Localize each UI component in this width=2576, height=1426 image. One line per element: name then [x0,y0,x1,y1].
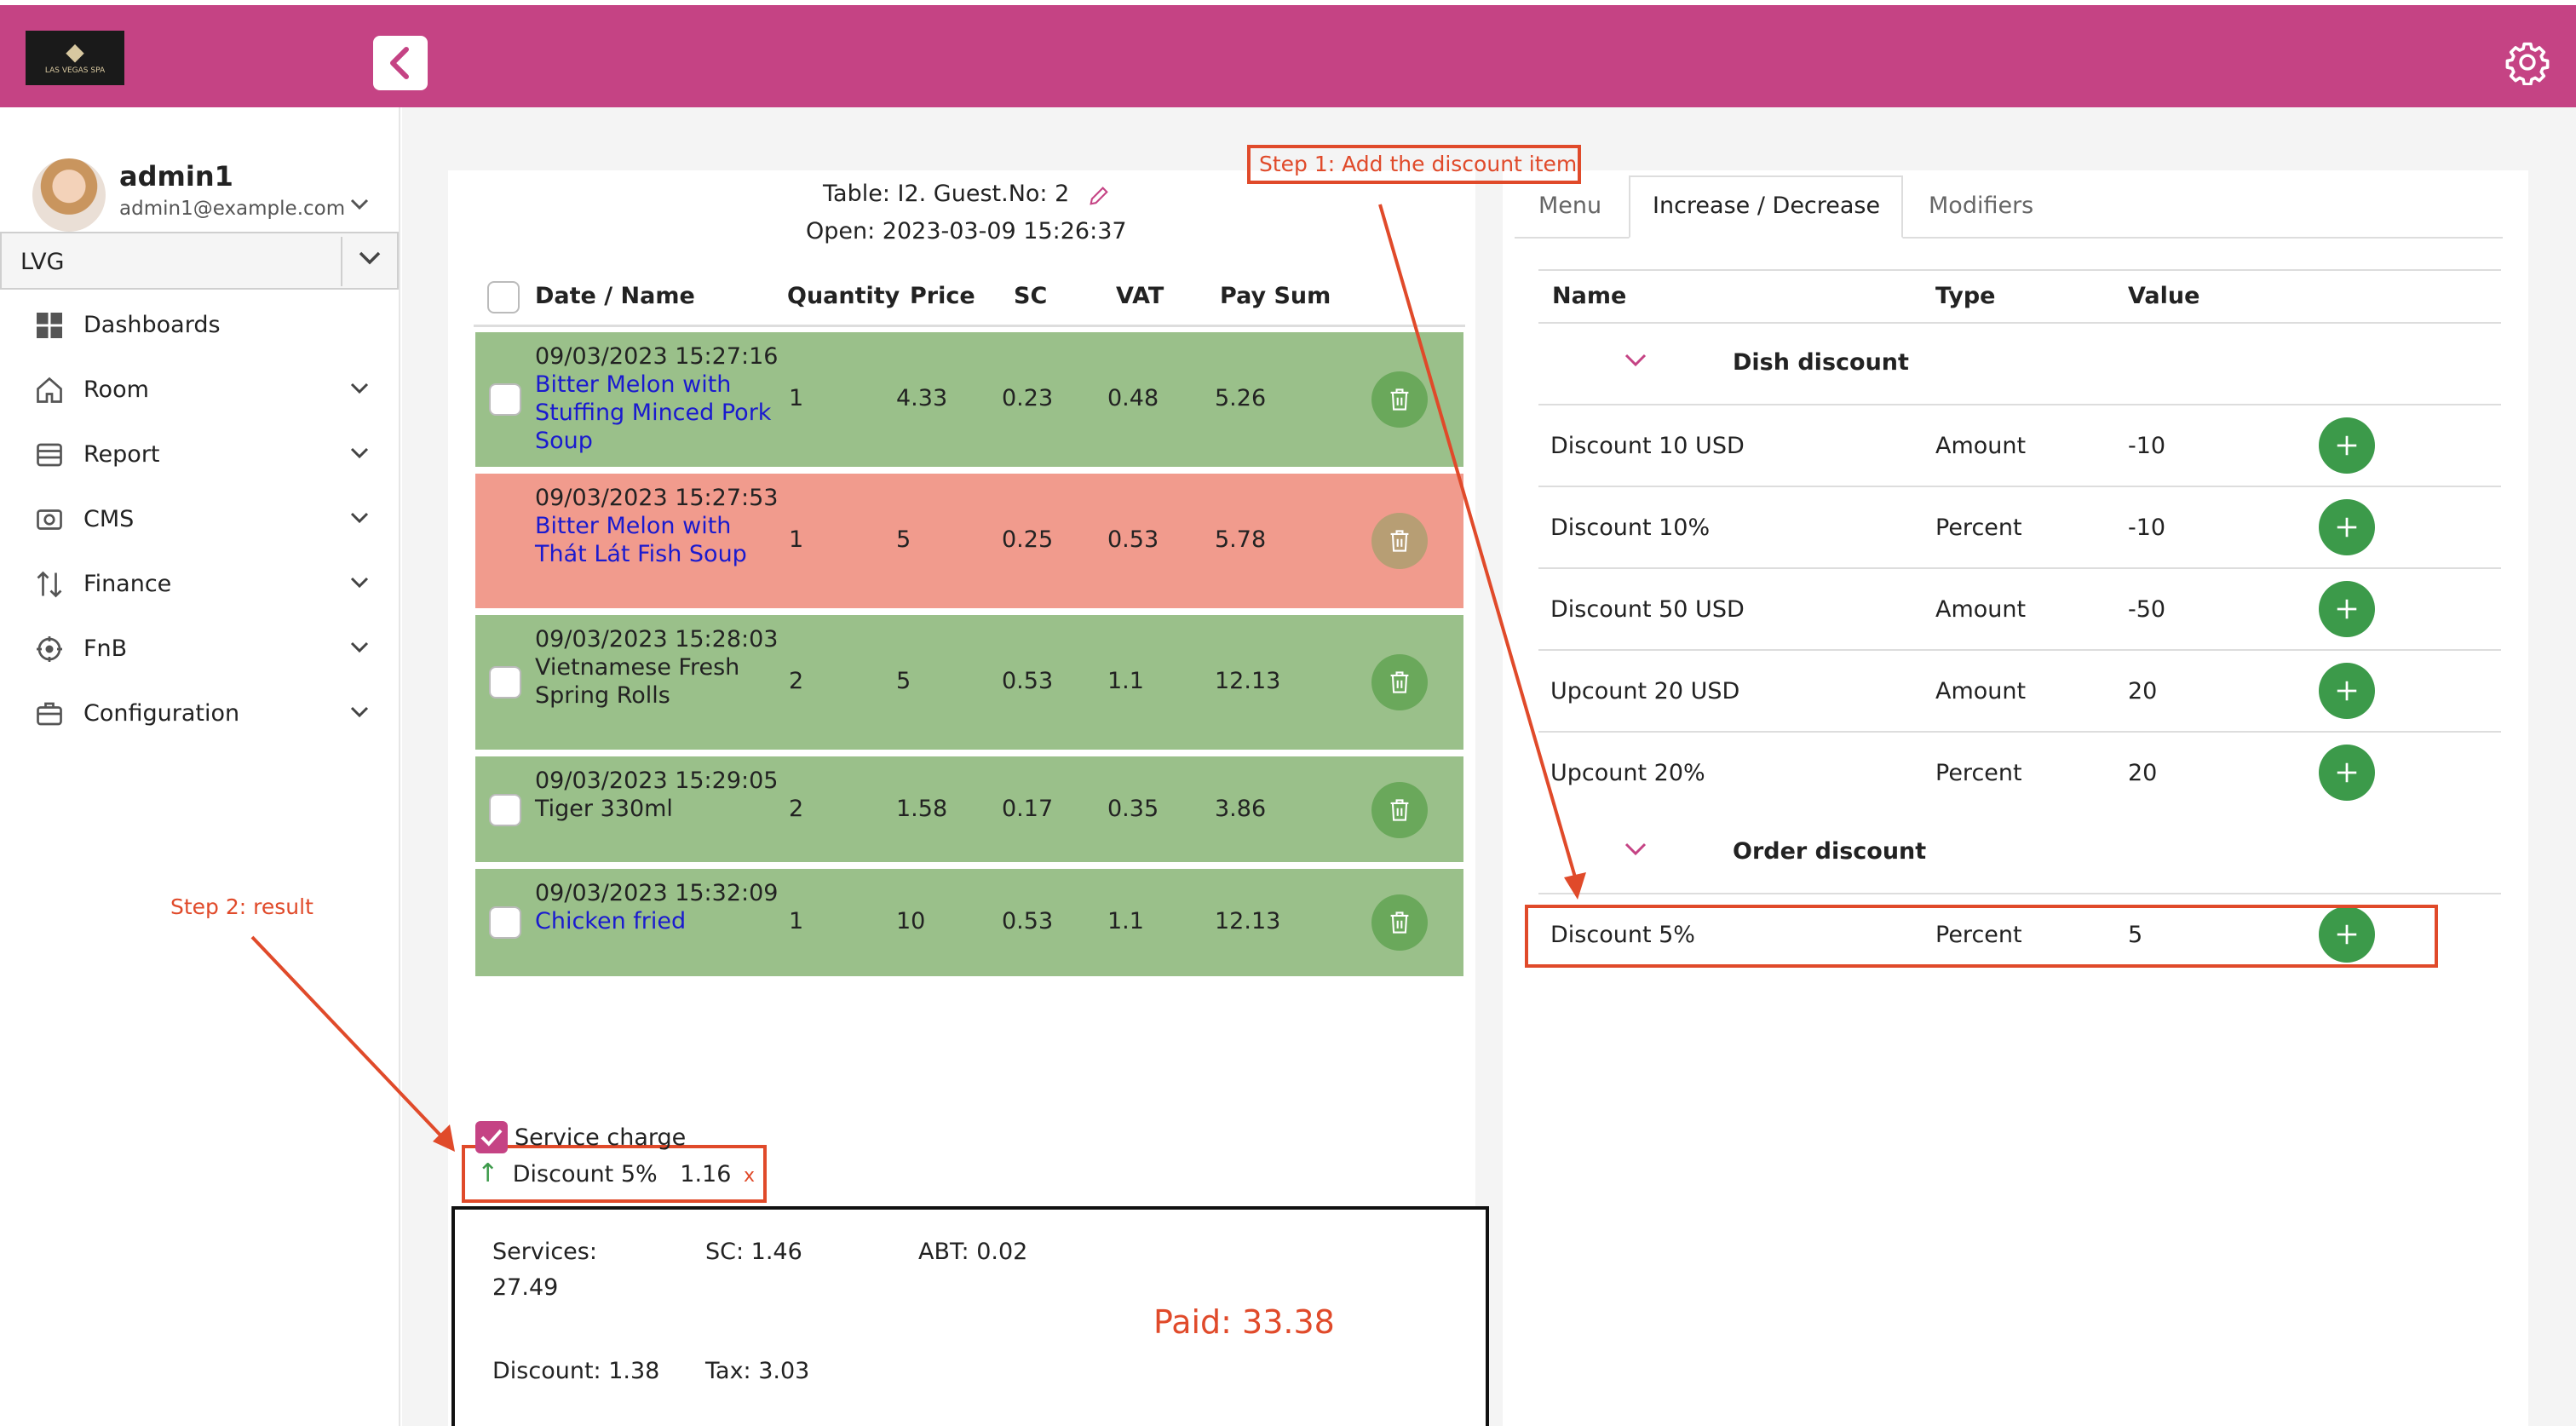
service-charge-checkbox[interactable] [475,1121,508,1153]
arrow-up-icon: ↑ [477,1159,499,1188]
applied-discount-name: Discount 5% [512,1161,658,1187]
services-value: 27.49 [492,1274,559,1301]
check-icon [480,1129,503,1147]
applied-discount: ↑ Discount 5% 1.16 x [477,1159,755,1188]
applied-discount-value: 1.16 [680,1161,732,1187]
paid-total: Paid: 33.38 [1153,1303,1335,1341]
remove-discount-button[interactable]: x [744,1165,755,1187]
service-charge-label: Service charge [515,1124,687,1151]
sc-total: SC: 1.46 [705,1239,802,1265]
tax-total: Tax: 3.03 [705,1358,810,1384]
discount-total: Discount: 1.38 [492,1358,660,1384]
abt-total: ABT: 0.02 [918,1239,1028,1265]
services-label: Services: [492,1239,597,1265]
